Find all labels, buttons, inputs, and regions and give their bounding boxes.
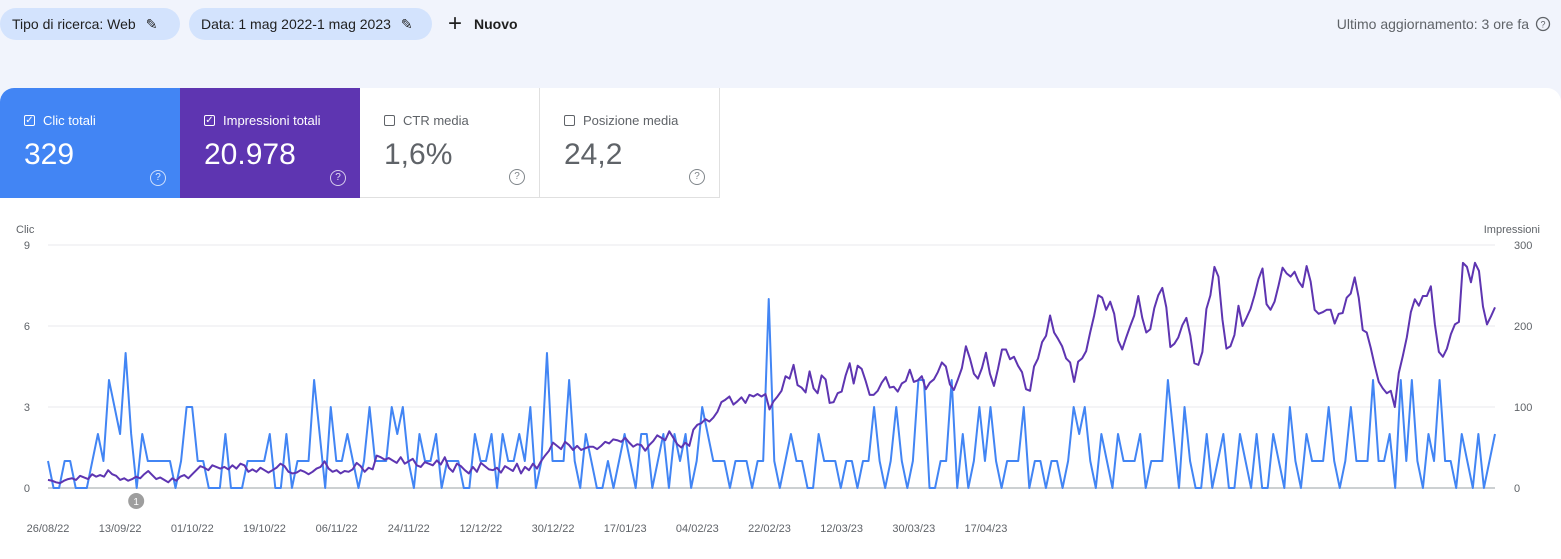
y-right-axis-title: Impressioni bbox=[1484, 224, 1540, 236]
x-tick-label: 26/08/22 bbox=[27, 523, 70, 535]
x-tick-label: 17/04/23 bbox=[965, 523, 1008, 535]
date-filter-label: Data: 1 mag 2022-1 mag 2023 bbox=[201, 16, 391, 32]
performance-chart[interactable]: Clic Impressioni 0 3 6 9 0 100 200 300 26/08/22 13/… bbox=[0, 88, 1561, 559]
annotation-label: 1 bbox=[133, 497, 139, 508]
y-left-tick-label: 3 bbox=[24, 402, 30, 414]
y-right-tick-label: 300 bbox=[1514, 240, 1532, 252]
y-left-tick-label: 0 bbox=[24, 483, 30, 495]
date-filter-chip[interactable]: Data: 1 mag 2022-1 mag 2023 ✎ bbox=[189, 8, 432, 40]
y-right-tick-label: 0 bbox=[1514, 483, 1520, 495]
pencil-icon: ✎ bbox=[400, 15, 413, 32]
y-left-tick-label: 9 bbox=[24, 240, 30, 252]
x-tick-label: 06/11/22 bbox=[316, 523, 358, 535]
pencil-icon: ✎ bbox=[145, 15, 158, 32]
x-tick-label: 13/09/22 bbox=[99, 523, 142, 535]
x-tick-label: 24/11/22 bbox=[388, 523, 430, 535]
x-tick-label: 01/10/22 bbox=[171, 523, 214, 535]
new-filter-label: Nuovo bbox=[474, 16, 518, 32]
new-filter-button[interactable]: + Nuovo bbox=[448, 8, 518, 40]
last-update: Ultimo aggiornamento: 3 ore fa ? bbox=[1337, 16, 1551, 32]
svg-text:?: ? bbox=[1540, 20, 1545, 30]
x-tick-label: 12/12/22 bbox=[459, 523, 502, 535]
x-tick-label: 12/03/23 bbox=[820, 523, 863, 535]
x-tick-label: 22/02/23 bbox=[748, 523, 791, 535]
plus-icon: + bbox=[448, 10, 463, 37]
x-tick-label: 19/10/22 bbox=[243, 523, 286, 535]
help-icon[interactable]: ? bbox=[1535, 16, 1551, 32]
performance-card: ✓ Clic totali 329 ? ✓ Impressioni totali… bbox=[0, 88, 1561, 559]
x-tick-label: 04/02/23 bbox=[676, 523, 719, 535]
x-tick-label: 30/12/22 bbox=[532, 523, 575, 535]
y-right-tick-label: 100 bbox=[1514, 402, 1532, 414]
last-update-text: Ultimo aggiornamento: 3 ore fa bbox=[1336, 16, 1529, 32]
y-left-tick-label: 6 bbox=[24, 321, 30, 333]
series-line-clicks[interactable] bbox=[47, 298, 1496, 489]
search-type-filter-label: Tipo di ricerca: Web bbox=[12, 16, 136, 32]
y-left-axis-title: Clic bbox=[16, 224, 35, 236]
x-tick-label: 30/03/23 bbox=[892, 523, 935, 535]
y-right-tick-label: 200 bbox=[1514, 321, 1532, 333]
search-type-filter-chip[interactable]: Tipo di ricerca: Web ✎ bbox=[0, 8, 180, 40]
x-tick-label: 17/01/23 bbox=[604, 523, 647, 535]
